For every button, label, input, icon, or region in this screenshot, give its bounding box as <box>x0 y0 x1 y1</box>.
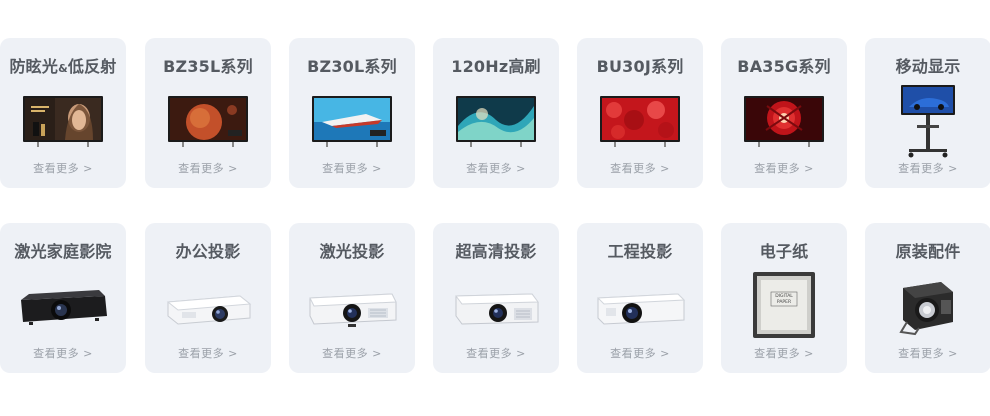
card-120hz[interactable]: 120Hz高刷 查看更多 > <box>433 38 559 188</box>
card-title: 防眩光&低反射 <box>9 57 117 76</box>
card-title: BA35G系列 <box>737 57 831 76</box>
card-engineering-projection[interactable]: 工程投影 查看更多 > <box>577 223 703 373</box>
view-more-link[interactable]: 查看更多 > <box>577 160 703 176</box>
card-title: 原装配件 <box>895 242 961 261</box>
card-title: 办公投影 <box>175 242 241 261</box>
epaper-label-1: DIGITAL <box>775 293 793 299</box>
view-more-link[interactable]: 查看更多 > <box>0 345 126 361</box>
epaper-icon: DIGITAL PAPER <box>734 270 834 340</box>
view-more-link[interactable]: 查看更多 > <box>289 160 415 176</box>
category-row-tv: 防眩光&低反射 查看更多 > BZ35L系列 查看更多 > BZ30L系列 查看… <box>0 38 990 188</box>
card-original-accessories[interactable]: 原装配件 查看更多 > <box>865 223 990 373</box>
tv-stand-icon <box>878 85 978 159</box>
view-more-link[interactable]: 查看更多 > <box>0 160 126 176</box>
card-title: 移动显示 <box>895 57 961 76</box>
tv-flower-icon <box>734 89 834 155</box>
view-more-link[interactable]: 查看更多 > <box>145 345 271 361</box>
home-projector-icon <box>13 274 113 340</box>
card-title: 激光家庭影院 <box>14 242 112 261</box>
card-bu30j[interactable]: BU30J系列 查看更多 > <box>577 38 703 188</box>
office-projector-icon <box>158 274 258 340</box>
view-more-link[interactable]: 查看更多 > <box>433 345 559 361</box>
view-more-link[interactable]: 查看更多 > <box>289 345 415 361</box>
product-category-grid: 防眩光&低反射 查看更多 > BZ35L系列 查看更多 > BZ30L系列 查看… <box>0 38 990 373</box>
tv-planet-icon <box>158 89 258 155</box>
epaper-label-2: PAPER <box>777 299 791 305</box>
card-anti-glare[interactable]: 防眩光&低反射 查看更多 > <box>0 38 126 188</box>
laser-projector-icon <box>302 274 402 340</box>
category-row-projector: 激光家庭影院 查看更多 > 办公投影 查看更多 > 激光投影 查看更多 > 超高… <box>0 223 990 373</box>
card-title: 电子纸 <box>759 242 809 261</box>
view-more-link[interactable]: 查看更多 > <box>433 160 559 176</box>
tv-abstract-icon <box>446 89 546 155</box>
engineering-projector-icon <box>590 274 690 340</box>
card-title: 超高清投影 <box>455 242 537 261</box>
view-more-link[interactable]: 查看更多 > <box>865 345 990 361</box>
uhd-projector-icon <box>446 274 546 340</box>
card-title: BZ30L系列 <box>307 57 397 76</box>
view-more-link[interactable]: 查看更多 > <box>145 160 271 176</box>
view-more-link[interactable]: 查看更多 > <box>721 345 847 361</box>
card-bz30l[interactable]: BZ30L系列 查看更多 > <box>289 38 415 188</box>
card-e-paper[interactable]: 电子纸 DIGITAL PAPER 查看更多 > <box>721 223 847 373</box>
view-more-link[interactable]: 查看更多 > <box>865 160 990 176</box>
card-laser-home-theater[interactable]: 激光家庭影院 查看更多 > <box>0 223 126 373</box>
card-title: BZ35L系列 <box>163 57 253 76</box>
card-bz35l[interactable]: BZ35L系列 查看更多 > <box>145 38 271 188</box>
card-title: BU30J系列 <box>596 57 684 76</box>
view-more-link[interactable]: 查看更多 > <box>721 160 847 176</box>
tv-woman-icon <box>13 89 113 155</box>
card-title: 工程投影 <box>607 242 673 261</box>
tv-boat-icon <box>302 89 402 155</box>
card-laser-projection[interactable]: 激光投影 查看更多 > <box>289 223 415 373</box>
card-uhd-projection[interactable]: 超高清投影 查看更多 > <box>433 223 559 373</box>
view-more-link[interactable]: 查看更多 > <box>577 345 703 361</box>
card-office-projection[interactable]: 办公投影 查看更多 > <box>145 223 271 373</box>
card-title: 120Hz高刷 <box>451 57 541 76</box>
card-ba35g[interactable]: BA35G系列 查看更多 > <box>721 38 847 188</box>
tv-red-icon <box>590 89 690 155</box>
lamp-accessory-icon <box>878 270 978 340</box>
card-mobile-display[interactable]: 移动显示 查看更多 > <box>865 38 990 188</box>
card-title: 激光投影 <box>319 242 385 261</box>
